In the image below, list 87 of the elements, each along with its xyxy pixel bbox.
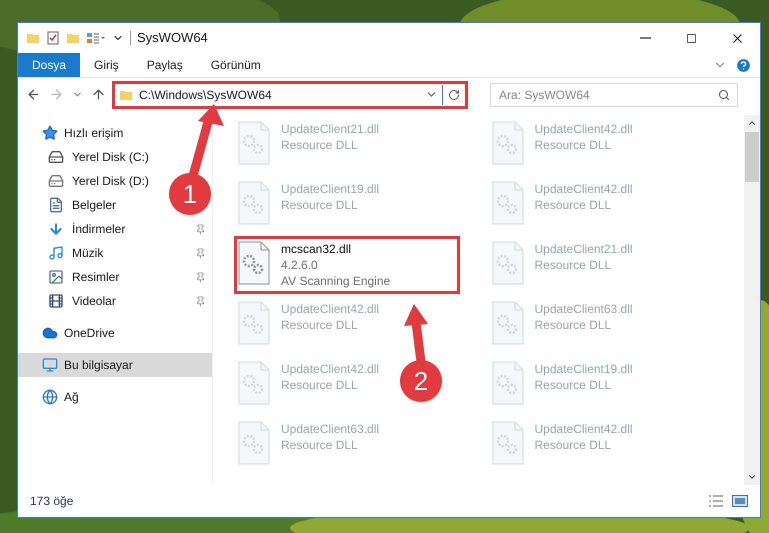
film-icon <box>48 293 64 309</box>
nav-item[interactable]: İndirmeler <box>48 220 126 238</box>
nav-item[interactable]: Yerel Disk (D:) <box>48 172 149 190</box>
file-detail: 4.2.6.0 <box>281 257 319 273</box>
picture-icon <box>48 269 64 285</box>
file-name: mcscan32.dll <box>281 241 352 257</box>
forward-icon[interactable] <box>49 87 64 102</box>
cloud-icon <box>42 325 58 341</box>
globe-icon <box>42 389 58 405</box>
scrollbar[interactable] <box>744 115 760 485</box>
file-name: UpdateClient63.dll <box>281 421 380 437</box>
file-detail: Resource DLL <box>281 137 359 153</box>
file-detail: Resource DLL <box>534 377 612 393</box>
monitor-icon <box>42 357 58 373</box>
file-name: UpdateClient42.dll <box>281 361 380 377</box>
drive-icon <box>48 149 64 165</box>
back-icon[interactable] <box>26 87 41 102</box>
nav-item[interactable]: Hızlı erişim <box>42 124 124 142</box>
nav-item[interactable]: Bu bilgisayar <box>42 356 133 374</box>
file-gear-icon <box>237 241 271 285</box>
details-view-icon[interactable] <box>708 495 724 507</box>
minimize-icon <box>640 37 650 39</box>
pin-icon[interactable] <box>195 224 206 234</box>
file-detail: Resource DLL <box>534 197 612 213</box>
address-bar[interactable]: C:\Windows\SysWOW64 <box>115 84 465 106</box>
address-path: C:\Windows\SysWOW64 <box>139 86 272 104</box>
refresh-icon[interactable] <box>448 88 460 100</box>
search-field[interactable]: Ara: SysWOW64 <box>490 82 738 106</box>
file-name: UpdateClient42.dll <box>534 181 633 197</box>
item-count: 173 öğe <box>30 493 74 510</box>
nav-item[interactable]: OneDrive <box>42 324 115 342</box>
up-icon[interactable] <box>91 87 106 102</box>
scroll-thumb[interactable] <box>745 132 759 182</box>
file-detail: Resource DLL <box>534 137 612 153</box>
file-detail: Resource DLL <box>534 257 612 273</box>
file-gear-icon <box>237 361 271 405</box>
nav-item[interactable]: Belgeler <box>48 196 116 214</box>
nav-item[interactable]: Müzik <box>48 244 104 262</box>
file-name: UpdateClient19.dll <box>281 181 380 197</box>
pin-icon[interactable] <box>195 296 206 306</box>
file-detail: Resource DLL <box>281 377 359 393</box>
file-item[interactable]: mcscan32.dll 4.2.6.0 AV Scanning Engine <box>237 239 394 291</box>
file-detail: Resource DLL <box>534 437 612 453</box>
file-name: UpdateClient42.dll <box>534 421 633 437</box>
nav-item[interactable]: Resimler <box>48 268 120 286</box>
pin-icon[interactable] <box>195 272 206 282</box>
large-icons-view-icon[interactable] <box>732 495 748 507</box>
document-icon <box>48 197 64 213</box>
file-name: UpdateClient21.dll <box>281 121 380 137</box>
file-gear-icon <box>237 121 271 165</box>
file-name: UpdateClient42.dll <box>534 121 633 137</box>
file-gear-icon <box>490 301 524 345</box>
file-detail: Resource DLL <box>281 317 359 333</box>
nav-item[interactable]: Yerel Disk (C:) <box>48 148 149 166</box>
file-gear-icon <box>490 181 524 225</box>
file-gear-icon <box>237 181 271 225</box>
file-detail: Resource DLL <box>281 197 359 213</box>
file-gear-icon <box>490 361 524 405</box>
checklist-icon[interactable] <box>46 31 60 45</box>
maximize-icon <box>686 32 696 44</box>
properties-icon[interactable] <box>86 31 106 45</box>
file-gear-icon <box>490 121 524 165</box>
file-gear-icon <box>490 421 524 465</box>
file-detail: Resource DLL <box>281 437 359 453</box>
drive-icon <box>48 173 64 189</box>
file-detail: Resource DLL <box>534 317 612 333</box>
nav-item[interactable]: Ağ <box>42 388 79 406</box>
file-detail: AV Scanning Engine <box>281 273 390 289</box>
ribbon-tab[interactable]: Görünüm <box>196 53 275 77</box>
nav-item[interactable]: Videolar <box>48 292 116 310</box>
file-name: UpdateClient63.dll <box>534 301 633 317</box>
file-gear-icon <box>490 241 524 285</box>
help-icon[interactable] <box>735 56 752 74</box>
file-name: UpdateClient42.dll <box>281 301 380 317</box>
file-name: UpdateClient19.dll <box>534 361 633 377</box>
star-icon <box>42 125 58 141</box>
music-note-icon <box>48 245 64 261</box>
file-gear-icon <box>237 301 271 345</box>
ribbon-tab[interactable]: Paylaş <box>132 53 197 77</box>
window-title: SysWOW64 <box>137 29 208 48</box>
search-icon <box>718 88 730 100</box>
pin-icon[interactable] <box>195 248 206 258</box>
ribbon-tab[interactable]: Giriş <box>80 53 133 77</box>
file-name: UpdateClient21.dll <box>534 241 633 257</box>
file-gear-icon <box>237 421 271 465</box>
annotation-arrow <box>404 304 428 363</box>
ribbon-tab[interactable]: Dosya <box>18 53 80 77</box>
